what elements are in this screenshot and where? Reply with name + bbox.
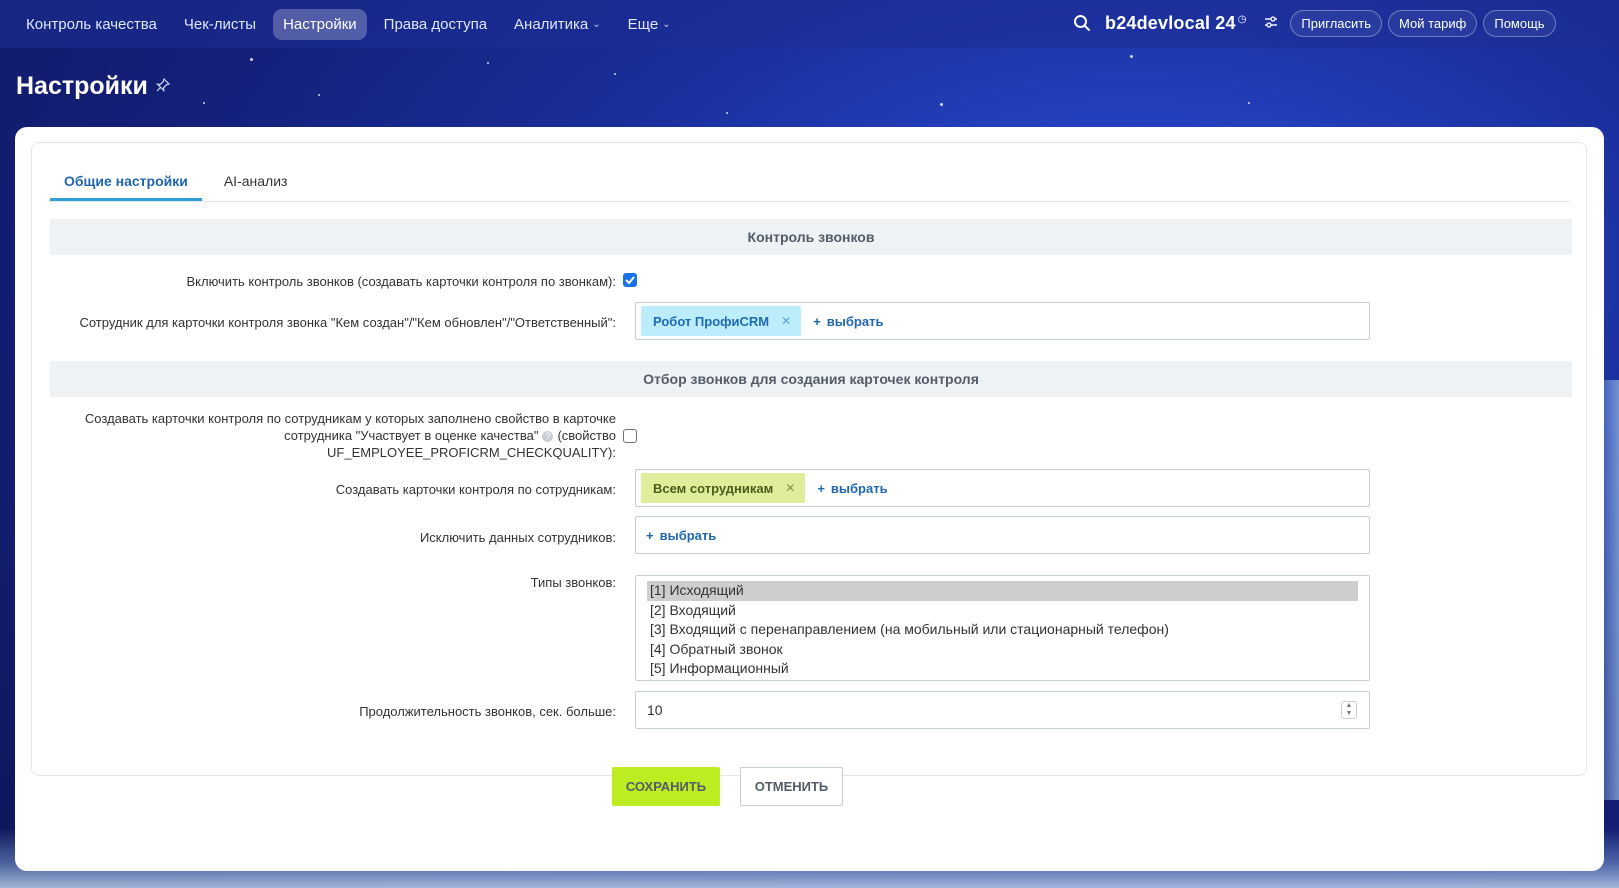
enable-call-control-checkbox[interactable] [623,273,637,287]
portal-suffix: 24 [1215,12,1236,33]
top-navigation: Контроль качества Чек-листы Настройки Пр… [0,0,1619,48]
section-call-filter: Отбор звонков для создания карточек конт… [50,361,1572,397]
property-filter-checkbox[interactable] [623,429,637,443]
call-types-listbox[interactable]: [1] Исходящий [2] Входящий [3] Входящий … [635,575,1370,681]
call-card-employee-selector[interactable]: Робот ПрофиCRM ✕ + выбрать [635,302,1370,340]
cancel-button[interactable]: ОТМЕНИТЬ [740,767,843,806]
remove-tag-icon[interactable]: ✕ [785,481,795,495]
tab-general-settings[interactable]: Общие настройки [50,165,202,201]
plus-icon: + [813,313,821,329]
invite-button[interactable]: Пригласить [1290,9,1383,37]
page-title-row: Настройки [16,72,171,101]
settings-card: Общие настройки AI-анализ Контроль звонк… [15,127,1604,871]
portal-name[interactable]: b24devlocal [1105,13,1210,34]
call-type-option[interactable]: [3] Входящий с перенаправлением (на моби… [647,620,1358,640]
exclude-employees-label: Исключить данных сотрудников: [419,530,616,545]
settings-sliders-icon[interactable] [1264,15,1278,31]
help-icon[interactable]: ? [542,431,554,442]
employee-tag: Робот ПрофиCRM ✕ [641,306,802,336]
by-employees-label: Создавать карточки контроля по сотрудник… [335,482,616,497]
section-call-control: Контроль звонков [50,219,1572,255]
nav-checklists[interactable]: Чек-листы [174,9,266,40]
chevron-down-icon: ⌄ [662,18,671,30]
nav-settings[interactable]: Настройки [273,8,367,40]
exclude-employees-selector[interactable]: + выбрать [635,516,1370,554]
call-types-label: Типы звонков: [530,575,616,590]
nav-quality-control[interactable]: Контроль качества [16,9,167,40]
property-filter-label: Создавать карточки контроля по сотрудник… [84,411,616,460]
select-employee-link[interactable]: + выбрать [817,481,887,496]
call-type-option[interactable]: [1] Исходящий [647,581,1358,601]
clock-icon: ◷ [1237,13,1247,25]
search-icon[interactable] [1073,14,1091,32]
tab-bar: Общие настройки AI-анализ [50,165,1570,202]
number-spinner[interactable]: ▲ ▼ [1341,701,1357,719]
duration-input[interactable]: 10 ▲ ▼ [635,691,1370,729]
call-card-employee-label: Сотрудник для карточки контроля звонка "… [79,315,616,330]
select-excluded-link[interactable]: + выбрать [646,528,716,543]
duration-label: Продолжительность звонков, сек. больше: [359,704,616,719]
help-button[interactable]: Помощь [1483,9,1556,37]
by-employees-selector[interactable]: Всем сотрудникам ✕ + выбрать [635,469,1370,507]
call-type-option[interactable]: [2] Входящий [647,601,1358,621]
nav-more[interactable]: Еще ⌄ [618,9,681,40]
settings-panel: Общие настройки AI-анализ Контроль звонк… [31,142,1587,776]
call-type-option[interactable]: [4] Обратный звонок [647,640,1358,660]
plus-icon: + [646,527,654,543]
nav-access-rights[interactable]: Права доступа [374,9,497,40]
enable-call-control-label: Включить контроль звонков (создавать кар… [186,274,616,289]
remove-tag-icon[interactable]: ✕ [781,314,791,328]
plus-icon: + [817,480,825,496]
save-button[interactable]: СОХРАНИТЬ [612,767,720,806]
page-title: Настройки [16,72,148,100]
select-employee-link[interactable]: + выбрать [813,314,883,329]
nav-analytics[interactable]: Аналитика ⌄ [504,9,611,40]
pin-icon[interactable] [155,77,171,95]
employee-tag: Всем сотрудникам ✕ [641,473,806,503]
chevron-down-icon: ⌄ [592,18,601,30]
call-type-option[interactable]: [5] Информационный [647,659,1358,679]
tab-ai-analysis[interactable]: AI-анализ [210,165,302,201]
topbar-right: b24devlocal 24 ◷ Пригласить Мой тариф По… [1073,8,1556,38]
my-tariff-button[interactable]: Мой тариф [1388,9,1478,37]
